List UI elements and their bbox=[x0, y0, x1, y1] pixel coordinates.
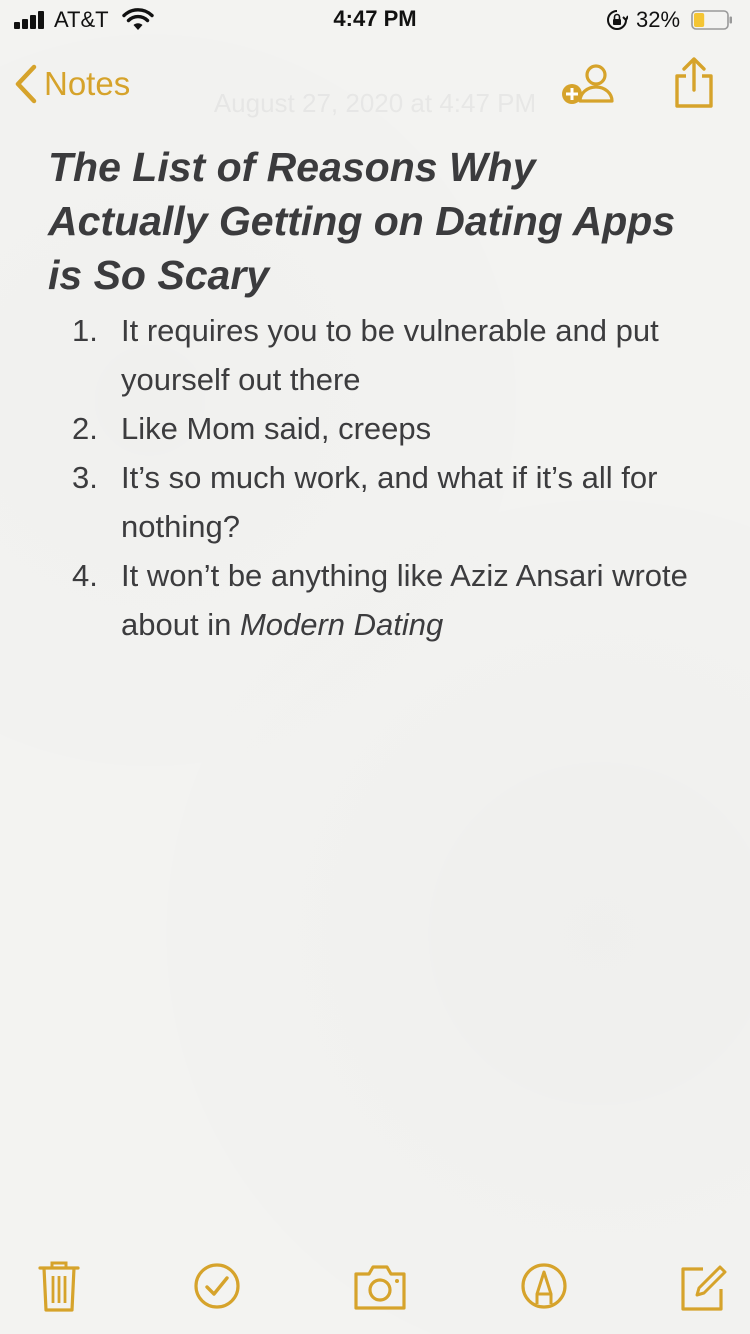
book-title-italic: Modern Dating bbox=[239, 607, 444, 642]
list-item-number: 2. bbox=[72, 411, 98, 446]
list-item-number: 4. bbox=[72, 558, 98, 593]
list-item[interactable]: 3. It’s so much work, and what if it’s a… bbox=[60, 453, 700, 551]
note-date-faint: August 27, 2020 at 4:47 PM bbox=[213, 88, 537, 118]
list-item[interactable]: 2. Like Mom said, creeps bbox=[60, 404, 700, 453]
orientation-lock-icon bbox=[607, 10, 628, 30]
add-person-icon[interactable] bbox=[558, 62, 616, 108]
trash-icon[interactable] bbox=[34, 1258, 84, 1314]
compose-icon[interactable] bbox=[677, 1258, 727, 1314]
list-item[interactable]: 4. It won’t be anything like Aziz Ansari… bbox=[60, 551, 700, 649]
battery-percent: 32% bbox=[636, 7, 681, 32]
note-numbered-list[interactable]: 1. It requires you to be vulnerable and … bbox=[60, 306, 700, 649]
list-item-text: Like Mom said, creeps bbox=[121, 411, 432, 446]
list-item-number: 1. bbox=[72, 313, 98, 348]
list-item-text: It requires you to be vulnerable and put… bbox=[121, 313, 659, 397]
camera-icon[interactable] bbox=[353, 1258, 407, 1314]
share-icon[interactable] bbox=[672, 56, 716, 110]
checklist-icon[interactable] bbox=[192, 1258, 242, 1314]
list-item-number: 3. bbox=[72, 460, 98, 495]
list-item[interactable]: 1. It requires you to be vulnerable and … bbox=[60, 306, 700, 404]
list-item-text: It’s so much work, and what if it’s all … bbox=[121, 460, 658, 544]
note-title[interactable]: The List of Reasons Why Actually Getting… bbox=[48, 140, 688, 302]
markup-icon[interactable] bbox=[519, 1258, 569, 1314]
bottom-toolbar bbox=[0, 1258, 750, 1318]
status-bar: AT&T 4:47 PM 32% bbox=[0, 0, 750, 40]
battery-icon bbox=[691, 10, 732, 30]
